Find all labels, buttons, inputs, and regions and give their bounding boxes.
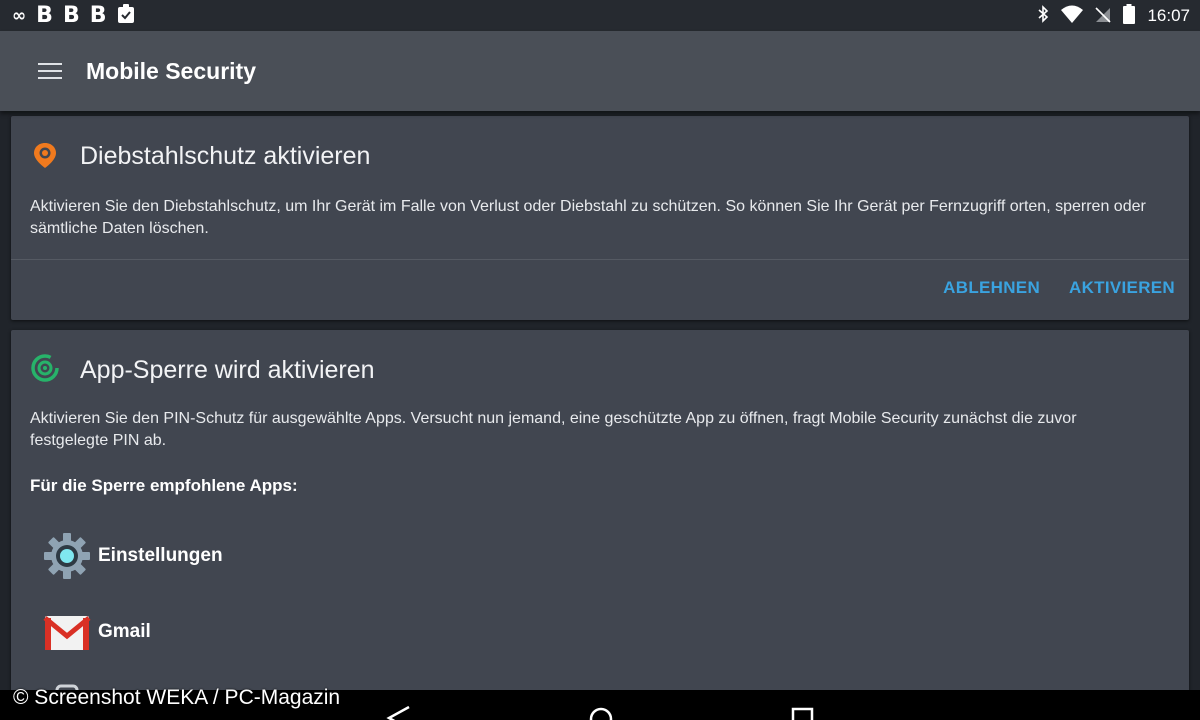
app-lock-icon: [31, 354, 59, 382]
status-bar: ∞ B B B 16:07: [0, 0, 1200, 31]
card-title: App-Sperre wird aktivieren: [80, 356, 375, 384]
app-label: Gmail: [98, 621, 151, 642]
card-description: Aktivieren Sie den Diebstahlschutz, um I…: [30, 198, 1146, 237]
status-bar-notifications: ∞ B B B: [12, 3, 135, 29]
location-pin-icon: [31, 141, 59, 169]
watermark: © Screenshot WEKA / PC-Magazin: [13, 686, 341, 709]
card-actions: ABLEHNEN AKTIVIEREN: [943, 278, 1175, 302]
screen: ∞ B B B 16:07 Mobile Security Diebstahls…: [0, 0, 1200, 720]
wifi-icon: [1061, 5, 1084, 28]
card-title: Diebstahlschutz aktivieren: [80, 142, 371, 170]
app-lock-card: App-Sperre wird aktivieren Aktivieren Si…: [11, 330, 1189, 710]
clipboard-check-icon: [117, 3, 135, 29]
recommended-apps-heading: Für die Sperre empfohlene Apps:: [30, 476, 298, 495]
card-description: Aktivieren Sie den PIN-Schutz für ausgew…: [30, 410, 1077, 449]
b-icon: B: [36, 3, 53, 28]
battery-icon: [1123, 3, 1136, 29]
app-label: Einstellungen: [98, 545, 223, 566]
activate-button[interactable]: AKTIVIEREN: [1069, 278, 1175, 302]
hamburger-menu-icon[interactable]: [38, 60, 64, 82]
settings-gear-icon: [43, 532, 91, 580]
list-item-settings[interactable]: Einstellungen: [43, 532, 443, 580]
status-time: 16:07: [1147, 6, 1190, 25]
list-item-gmail[interactable]: Gmail: [43, 608, 443, 656]
app-toolbar: Mobile Security: [0, 31, 1200, 111]
bluetooth-icon: [1037, 4, 1049, 28]
back-icon[interactable]: [385, 705, 411, 720]
home-icon[interactable]: [588, 706, 614, 720]
b-icon: B: [62, 3, 80, 28]
decline-button[interactable]: ABLEHNEN: [943, 278, 1040, 302]
toolbar-title: Mobile Security: [86, 58, 256, 84]
status-bar-system: 16:07: [1037, 3, 1190, 29]
anti-theft-card: Diebstahlschutz aktivieren Aktivieren Si…: [11, 116, 1189, 320]
b-icon: B: [89, 3, 107, 28]
gmail-icon: [43, 608, 91, 656]
infinity-icon: ∞: [12, 6, 27, 26]
card-divider: [11, 259, 1189, 260]
no-signal-icon: [1095, 5, 1112, 28]
recents-icon[interactable]: [791, 706, 815, 720]
